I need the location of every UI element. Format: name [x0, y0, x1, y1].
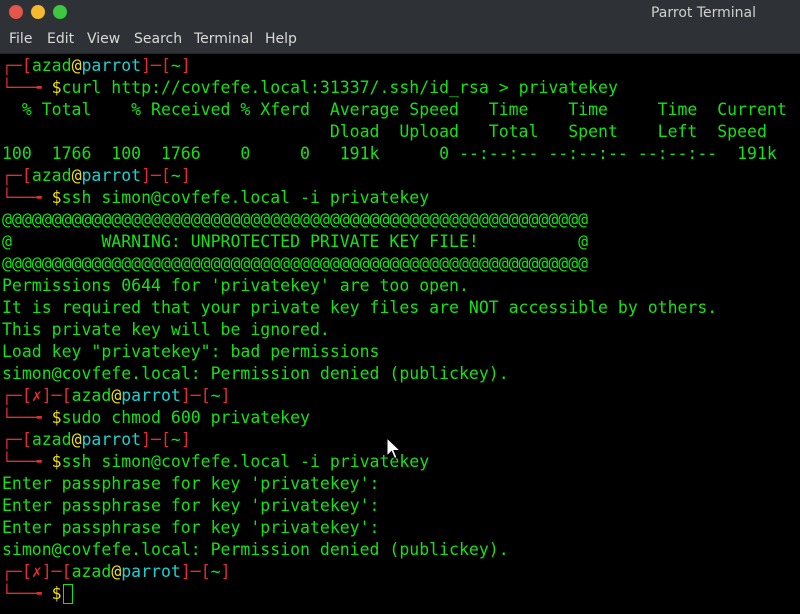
output-line: It is required that your private key fil… [2, 298, 718, 317]
output-line: @ WARNING: UNPROTECTED PRIVATE KEY FILE!… [2, 232, 589, 251]
menu-terminal[interactable]: Terminal [194, 31, 253, 47]
output-line: Enter passphrase for key 'privatekey': [2, 474, 380, 493]
menu-view[interactable]: View [87, 31, 120, 47]
close-window-button[interactable] [9, 5, 23, 19]
menu-search[interactable]: Search [134, 31, 182, 47]
mouse-pointer-icon [386, 437, 402, 460]
terminal-window: Parrot Terminal File Edit View Search Te… [0, 0, 800, 614]
window-title: Parrot Terminal [650, 5, 756, 21]
error-mark: ✗ [31, 386, 42, 405]
output-line: @@@@@@@@@@@@@@@@@@@@@@@@@@@@@@@@@@@@@@@@… [2, 254, 589, 273]
prompt-line: ┌─[azad@parrot]─[~] [2, 430, 191, 449]
command-line: └──╼ $ssh simon@covfefe.local -i private… [2, 188, 430, 207]
prompt-line: ┌─[✗]─[azad@parrot]─[~] [2, 386, 231, 405]
prompt-line: ┌─[azad@parrot]─[~] [2, 56, 191, 75]
output-line: @@@@@@@@@@@@@@@@@@@@@@@@@@@@@@@@@@@@@@@@… [2, 210, 589, 229]
error-mark: ✗ [31, 562, 42, 581]
output-line: Enter passphrase for key 'privatekey': [2, 496, 380, 515]
output-line: Load key "privatekey": bad permissions [2, 342, 380, 361]
output-line: Enter passphrase for key 'privatekey': [2, 518, 380, 537]
input-line[interactable]: └──╼ $ [2, 583, 73, 605]
maximize-window-button[interactable] [53, 5, 67, 19]
prompt-line: ┌─[azad@parrot]─[~] [2, 166, 191, 185]
text-cursor [62, 584, 73, 604]
prompt-line: ┌─[✗]─[azad@parrot]─[~] [2, 562, 231, 581]
menu-file[interactable]: File [9, 31, 32, 47]
command-line: └──╼ $curl http://covfefe.local:31337/.s… [2, 78, 618, 97]
menu-bar: File Edit View Search Terminal Help [0, 26, 800, 54]
command-line: └──╼ $ssh simon@covfefe.local -i private… [2, 452, 430, 471]
menu-edit[interactable]: Edit [47, 31, 74, 47]
title-bar[interactable]: Parrot Terminal [0, 0, 800, 26]
output-line: simon@covfefe.local: Permission denied (… [2, 364, 509, 383]
output-line: Permissions 0644 for 'privatekey' are to… [2, 276, 469, 295]
output-line: simon@covfefe.local: Permission denied (… [2, 540, 509, 559]
command-line: └──╼ $sudo chmod 600 privatekey [2, 408, 310, 427]
menu-help[interactable]: Help [265, 31, 297, 47]
terminal-output[interactable]: ┌─[azad@parrot]─[~] └──╼ $curl http://co… [0, 55, 800, 614]
output-line: % Total % Received % Xferd Average Speed… [2, 100, 787, 119]
output-line: 100 1766 100 1766 0 0 191k 0 --:--:-- --… [2, 144, 777, 163]
minimize-window-button[interactable] [31, 5, 45, 19]
output-line: Dload Upload Total Spent Left Speed [2, 122, 767, 141]
output-line: This private key will be ignored. [2, 320, 330, 339]
